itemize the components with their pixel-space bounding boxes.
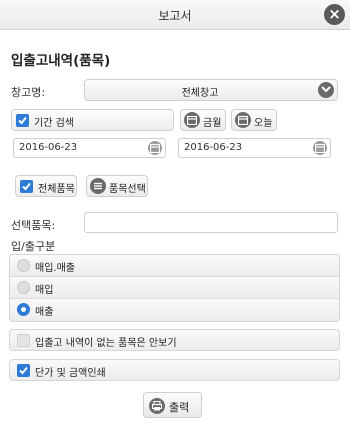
calendar-icon: [184, 112, 200, 128]
title-bar: 보고서 ×: [0, 0, 350, 30]
print-icon: [149, 398, 165, 414]
warehouse-label: 창고명:: [11, 86, 46, 99]
radio-option-purchase-sale[interactable]: 매입.매출: [10, 255, 339, 277]
radio-label: 매입: [35, 285, 54, 296]
warehouse-value: 전체창고: [181, 88, 219, 99]
warehouse-select[interactable]: 전체창고: [84, 79, 338, 101]
hide-no-history-checkbox[interactable]: 입출고 내역이 없는 품목은 안보기: [9, 329, 340, 351]
print-button[interactable]: 출력: [143, 392, 202, 418]
all-items-checkbox[interactable]: 전체품목: [15, 175, 77, 197]
close-icon: ×: [328, 5, 341, 23]
selected-items-input[interactable]: [84, 212, 338, 233]
radio-option-sale[interactable]: 매출: [10, 299, 339, 321]
chevron-down-icon: [318, 82, 334, 98]
this-month-label: 금월: [203, 118, 222, 129]
calendar-icon[interactable]: [313, 141, 327, 155]
checkbox-checked-icon: [16, 114, 29, 127]
list-icon: [90, 178, 106, 194]
radio-label: 매입.매출: [35, 263, 75, 274]
radio-selected-icon: [17, 303, 30, 316]
radio-icon: [17, 259, 30, 272]
calendar-icon: [235, 112, 251, 128]
checkbox-unchecked-icon: [17, 334, 30, 347]
select-items-button[interactable]: 품목선택: [86, 175, 148, 197]
start-date-field[interactable]: 2016-06-23: [13, 138, 166, 158]
radio-icon: [17, 281, 30, 294]
close-button[interactable]: ×: [324, 4, 345, 25]
checkbox-checked-icon: [17, 364, 30, 377]
print-price-checkbox[interactable]: 단가 및 금액인쇄: [9, 359, 340, 381]
all-items-label: 전체품목: [38, 184, 75, 195]
window-title: 보고서: [158, 9, 192, 23]
selected-items-label: 선택품목:: [11, 219, 56, 232]
today-label: 오늘: [254, 118, 273, 129]
inout-type-label: 입/출구분: [11, 240, 56, 253]
checkbox-checked-icon: [20, 180, 33, 193]
end-date-value: 2016-06-23: [184, 142, 243, 153]
select-items-label: 품목선택: [109, 184, 146, 195]
radio-option-purchase[interactable]: 매입: [10, 277, 339, 299]
inout-type-radio-group: 매입.매출 매입 매출: [9, 254, 340, 322]
print-label: 출력: [169, 401, 190, 414]
radio-label: 매출: [35, 307, 54, 318]
page-heading: 입출고내역(품목): [11, 53, 111, 69]
this-month-button[interactable]: 금월: [180, 109, 226, 131]
end-date-field[interactable]: 2016-06-23: [178, 138, 331, 158]
today-button[interactable]: 오늘: [231, 109, 277, 131]
print-price-label: 단가 및 금액인쇄: [35, 368, 106, 379]
period-search-checkbox[interactable]: 기간 검색: [11, 109, 174, 131]
hide-no-history-label: 입출고 내역이 없는 품목은 안보기: [35, 338, 177, 349]
start-date-value: 2016-06-23: [19, 142, 78, 153]
period-search-label: 기간 검색: [34, 118, 74, 129]
calendar-icon[interactable]: [148, 141, 162, 155]
